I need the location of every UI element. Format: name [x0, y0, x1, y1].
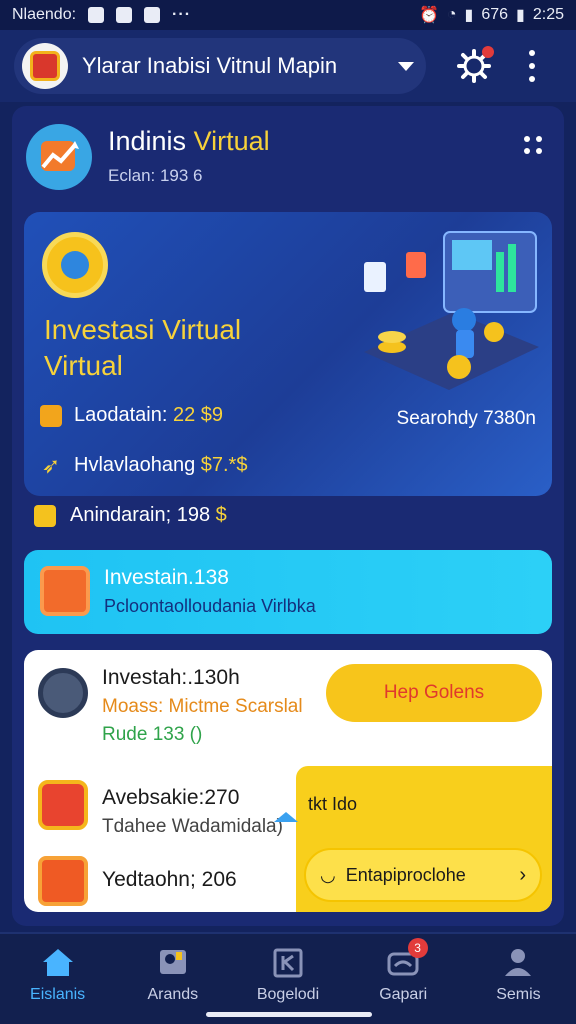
wallet-icon [40, 404, 62, 427]
hand-coin-icon: ◡ [320, 864, 336, 885]
clock: 2:25 [532, 6, 564, 23]
banner-title: Investain.138 [104, 566, 229, 589]
section-title-accent: Virtual [193, 126, 270, 156]
note-icon [34, 504, 56, 527]
home-icon [42, 949, 73, 976]
section-subtitle: Eclan: 193 6 [108, 166, 203, 185]
investor-illustration-icon [364, 231, 539, 390]
k-box-icon [273, 948, 303, 978]
promo-action-label: Entapiproclohe [345, 864, 466, 885]
battery-level: 676 [481, 6, 509, 23]
hero-row-2: ➶ Hvlavlaohang $7.*$ [40, 452, 248, 478]
nav-item-home[interactable]: Eislanis [0, 934, 115, 1024]
item3-title: Yedtaohn; 206 [102, 868, 237, 891]
hero-card[interactable]: Investasi Virtual Virtual Laodatain: 22 … [24, 212, 552, 496]
box-icon [40, 566, 90, 616]
home-indicator[interactable] [206, 1012, 372, 1017]
settings-badge [482, 46, 494, 58]
hero-title-line1: Investasi Virtual [44, 314, 242, 345]
hero-row-2-value: $7.*$ [200, 454, 248, 476]
promo-panel: tkt Ido ◡ Entapiproclohe › [296, 766, 552, 912]
hero-title: Investasi Virtual Virtual [44, 312, 241, 384]
more-vert-icon[interactable] [520, 50, 544, 82]
summary-line: Anindarain; 198 $ [34, 504, 227, 527]
chevron-down-icon [398, 61, 414, 71]
telegram-icon [116, 7, 133, 23]
hero-row-1-label: Laodatain: [74, 404, 173, 426]
carrier-label: Nlaendo: [12, 6, 77, 23]
nav-item-semis[interactable]: Semis [461, 934, 576, 1024]
nav-label-gapari: Gapari [379, 986, 428, 1003]
wifi-icon: ◔ [446, 6, 457, 23]
item1-detail: Rude 133 () [102, 724, 203, 745]
signal-icon: ▮ [464, 7, 474, 24]
section-title-main: Indinis [108, 126, 194, 156]
summary-line-value: $ [215, 504, 227, 526]
battery-icon: ▮ [516, 7, 525, 24]
nav-item-gapari[interactable]: 3 Gapari [346, 934, 461, 1024]
app-bar: Ylarar Inabisi Vitnul Mapin [0, 30, 576, 102]
item2-title: Avebsakie:270 [102, 786, 240, 809]
chevron-right-icon: › [519, 863, 526, 886]
nav-item-bogelodi[interactable]: Bogelodi [230, 934, 345, 1024]
nav-label-arands: Arands [147, 986, 199, 1003]
notification-icon [88, 7, 105, 23]
crest-logo-icon [22, 43, 68, 89]
profile-icon [505, 949, 532, 976]
item2-subtitle: Tdahee Wadamidala) [102, 816, 283, 837]
nav-label-semis: Semis [496, 986, 541, 1003]
settings-button[interactable] [456, 46, 494, 84]
hero-right-text: Searohdy 7380n [396, 408, 536, 429]
trend-arrow-icon: ➶ [41, 452, 61, 478]
details-card: Investah:.130h Moass: Mictme Scarslal Ru… [24, 650, 552, 912]
gear-coin-icon [38, 668, 88, 718]
summary-line-label: Anindarain; 198 [70, 504, 216, 526]
banner-subtitle: Pcloontaolloudania Virlbka [104, 596, 316, 616]
hero-row-2-label: Hvlavlaohang [74, 454, 201, 476]
hero-row-1: Laodatain: 22 $9 [40, 404, 223, 427]
item1-title: Investah:.130h [102, 666, 240, 689]
help-button[interactable]: Hep Golens [326, 664, 542, 722]
hero-row-1-value: 22 $9 [172, 404, 224, 426]
nav-label-bogelodi: Bogelodi [256, 986, 320, 1003]
active-tab-indicator [274, 812, 298, 822]
hero-title-line2: Virtual [44, 350, 123, 381]
promo-action-button[interactable]: ◡ Entapiproclohe › [304, 848, 542, 902]
main-card: Indinis Virtual Eclan: 193 6 Investasi V… [12, 106, 564, 926]
nav-item-arands[interactable]: Arands [115, 934, 230, 1024]
gift-box-icon [38, 856, 88, 906]
app-title: Ylarar Inabisi Vitnul Mapin [82, 53, 338, 78]
person-card-icon [159, 950, 186, 974]
nav-label-home: Eislanis [30, 986, 86, 1003]
grid-menu-icon[interactable] [524, 136, 544, 156]
message-icon [144, 7, 161, 23]
investment-banner[interactable]: Investain.138 Pcloontaolloudania Virlbka [24, 550, 552, 634]
section-title: Indinis Virtual [108, 126, 270, 157]
notification-badge: 3 [407, 938, 428, 958]
status-bar: Nlaendo: ··· ⏰ ◔ ▮ 676 ▮ 2:25 [0, 0, 576, 30]
chart-logo-icon [26, 124, 92, 190]
bottom-nav: Eislanis Arands Bogelodi 3 Gapari Semis [0, 932, 576, 1024]
item1-subtitle: Moass: Mictme Scarslal [102, 696, 303, 717]
promo-panel-text: tkt Ido [308, 794, 358, 814]
more-notifications-icon: ··· [172, 6, 192, 23]
shield-dollar-icon [38, 780, 88, 830]
coin-icon [42, 232, 108, 298]
alarm-icon: ⏰ [418, 7, 439, 24]
title-dropdown[interactable]: Ylarar Inabisi Vitnul Mapin [14, 38, 426, 94]
